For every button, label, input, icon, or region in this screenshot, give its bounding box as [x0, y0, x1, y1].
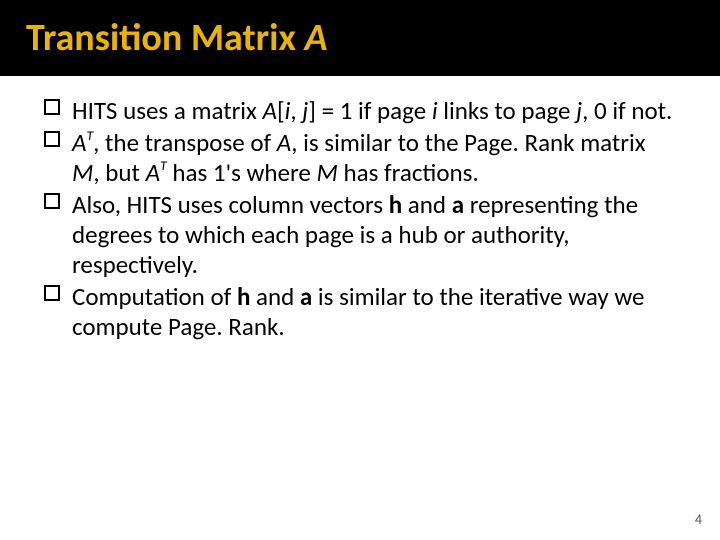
text: T [86, 127, 93, 144]
text: , 0 if not. [582, 95, 672, 126]
bullet-marker-icon [44, 285, 60, 301]
bullet-item: Also, HITS uses column vectors h and a r… [44, 190, 676, 280]
text: HITS uses a matrix [72, 95, 263, 126]
title-ital: A [305, 15, 328, 61]
text: , [290, 95, 302, 126]
text: ] = 1 if page [308, 95, 432, 126]
text: a [452, 189, 464, 220]
slide-content: HITS uses a matrix A[i, j] = 1 if page i… [0, 76, 720, 342]
text: M [72, 157, 93, 188]
text: [ [277, 95, 285, 126]
text: h [389, 189, 402, 220]
text: M [316, 157, 337, 188]
text: has 1's where [167, 157, 317, 188]
title-bar: Transition Matrix A [0, 0, 720, 76]
text: Computation of [72, 281, 237, 312]
bullet-marker-icon [44, 99, 60, 115]
title-pre: Transition Matrix [26, 15, 305, 61]
bullet-item: Computation of h and a is similar to the… [44, 282, 676, 342]
slide-title: Transition Matrix A [26, 15, 328, 61]
page-number: 4 [695, 511, 702, 528]
text: has fractions. [338, 157, 479, 188]
text: and [402, 189, 452, 220]
bullet-item: HITS uses a matrix A[i, j] = 1 if page i… [44, 96, 676, 126]
bullet-marker-icon [44, 131, 60, 147]
text: , but [93, 157, 145, 188]
text: a [300, 281, 312, 312]
text: h [237, 281, 250, 312]
text: links to page [438, 95, 577, 126]
bullet-item: AT, the transpose of A, is similar to th… [44, 128, 676, 188]
text: A [146, 157, 160, 188]
text: A [263, 95, 277, 126]
text: Also, HITS uses column vectors [72, 189, 389, 220]
text: T [160, 157, 167, 174]
text: , the transpose of [93, 127, 277, 158]
text: , is similar to the Page. Rank matrix [291, 127, 645, 158]
text: A [277, 127, 291, 158]
bullet-marker-icon [44, 193, 60, 209]
text: and [250, 281, 300, 312]
text: A [72, 127, 86, 158]
